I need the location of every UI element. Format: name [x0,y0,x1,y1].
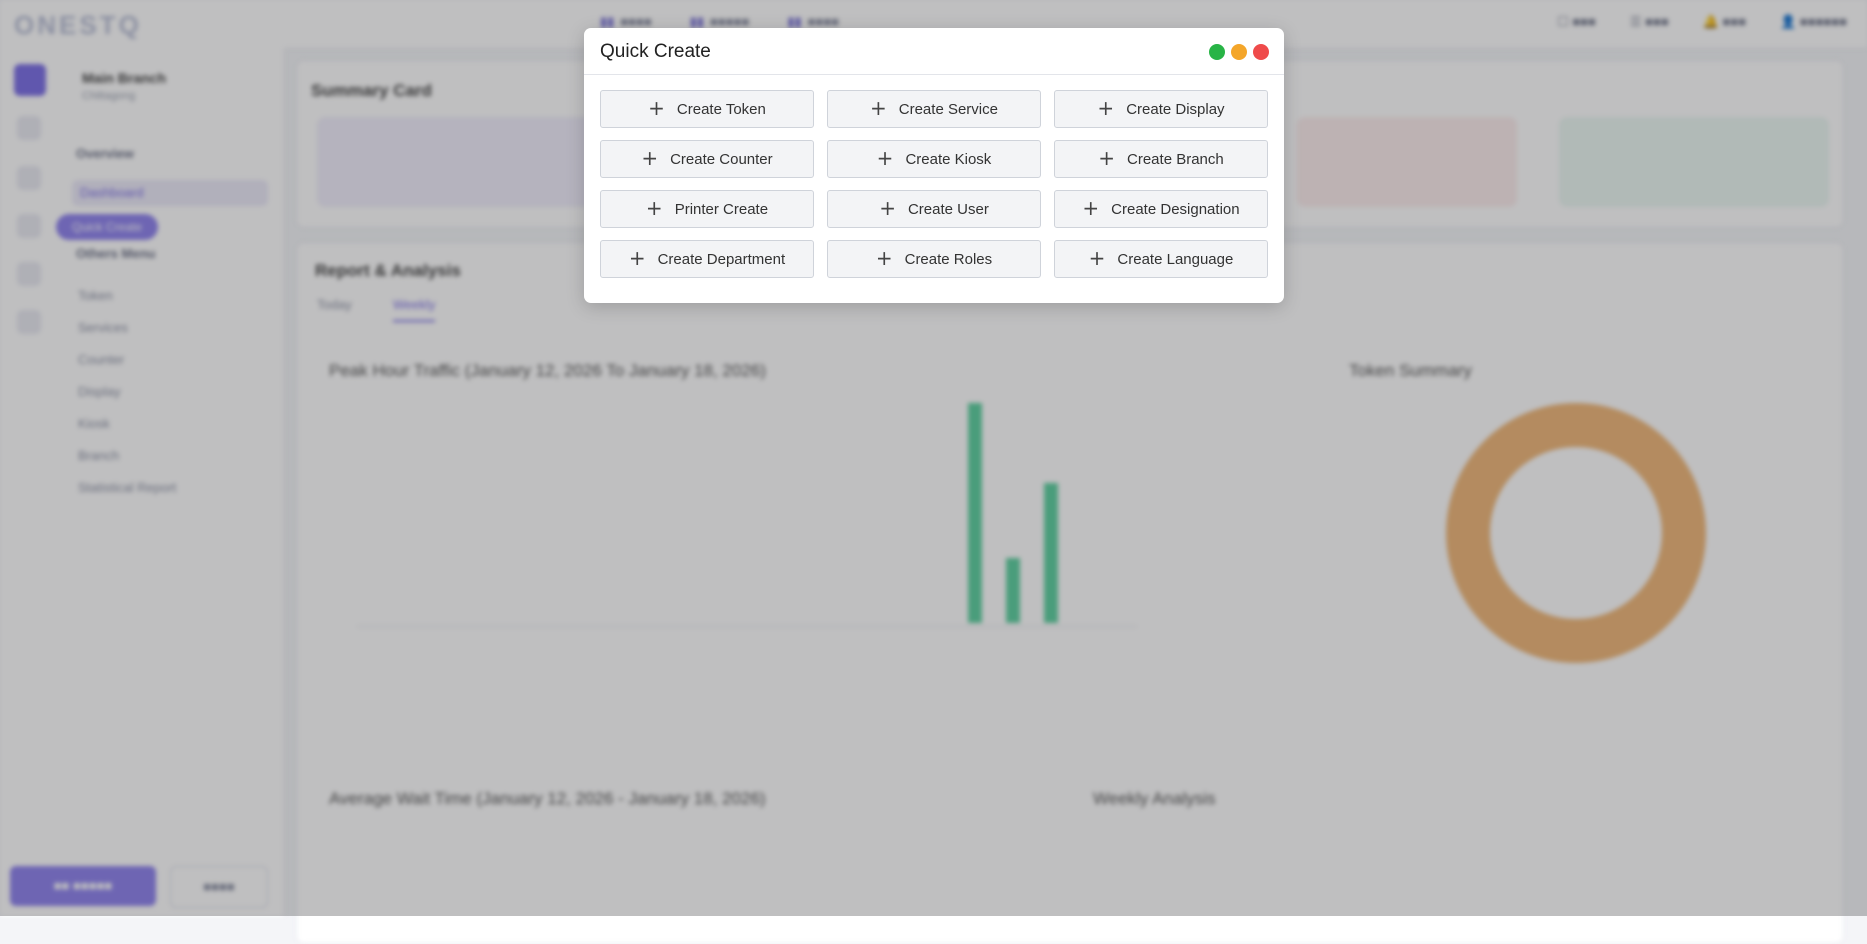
create-designation-button[interactable]: + Create Designation [1054,190,1268,228]
create-roles-button[interactable]: + Create Roles [827,240,1041,278]
quick-create-modal: Quick Create + Create Token + Create Servi… [584,28,1284,303]
create-display-button[interactable]: + Create Display [1054,90,1268,128]
create-counter-button[interactable]: + Create Counter [600,140,814,178]
plus-icon: + [1082,196,1100,220]
plus-icon: + [870,96,887,120]
minimize-button[interactable] [1231,44,1247,60]
create-language-button[interactable]: + Create Language [1054,240,1268,278]
printer-create-button[interactable]: + Printer Create [600,190,814,228]
create-department-button[interactable]: + Create Department [600,240,814,278]
quick-create-grid: + Create Token + Create Service + Create Di… [600,90,1268,278]
create-service-button[interactable]: + Create Service [827,90,1041,128]
create-kiosk-button[interactable]: + Create Kiosk [827,140,1041,178]
plus-icon: + [876,146,894,170]
close-button[interactable] [1253,44,1269,60]
modal-title: Quick Create [600,41,711,62]
maximize-button[interactable] [1209,44,1225,60]
plus-icon: + [1098,146,1116,170]
plus-icon: + [875,246,893,270]
plus-icon: + [645,196,663,220]
modal-header: Quick Create [584,28,1284,75]
plus-icon: + [879,196,896,220]
plus-icon: + [648,96,665,120]
create-user-button[interactable]: + Create User [827,190,1041,228]
plus-icon: + [641,146,659,170]
window-controls [1209,44,1269,60]
create-token-button[interactable]: + Create Token [600,90,814,128]
plus-icon: + [1097,96,1115,120]
plus-icon: + [1088,246,1106,270]
create-branch-button[interactable]: + Create Branch [1054,140,1268,178]
plus-icon: + [628,246,646,270]
